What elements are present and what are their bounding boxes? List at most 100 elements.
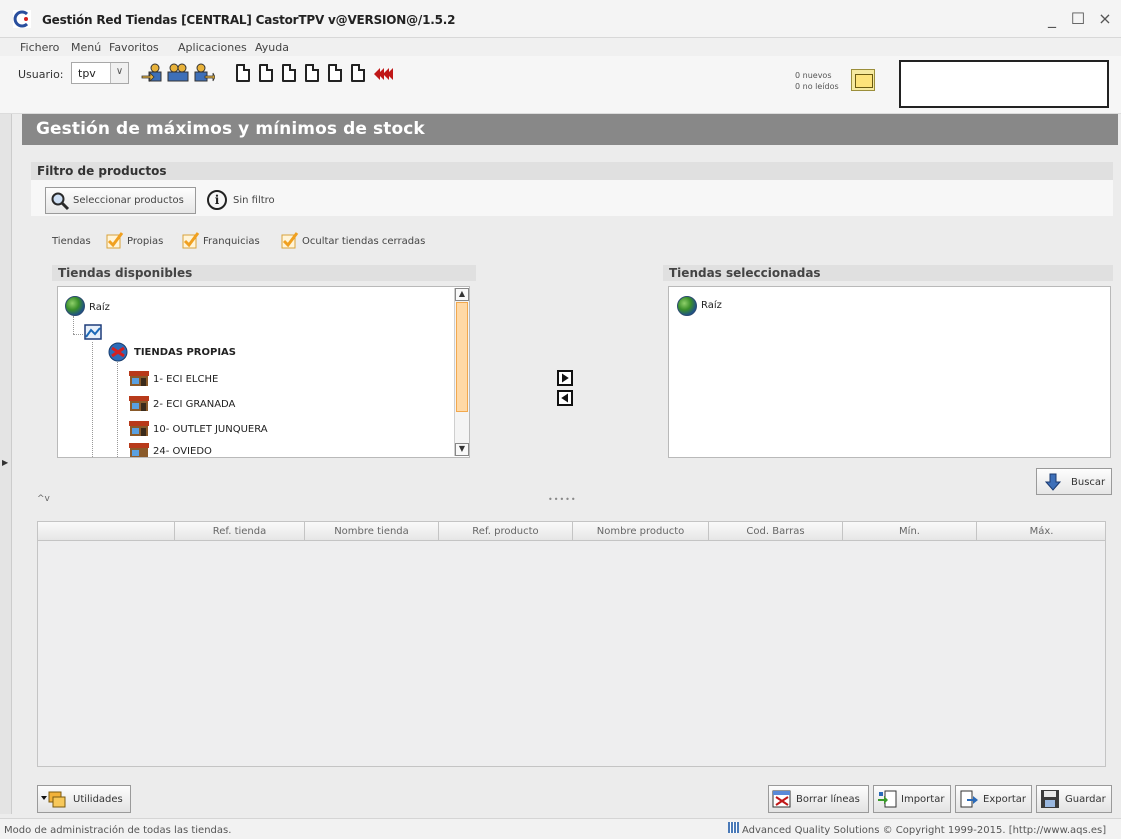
utilities-icon [41,791,66,808]
document-icon[interactable] [236,64,250,82]
column-header[interactable]: Cod. Barras [708,522,842,540]
menu-menu[interactable]: Menú [71,41,101,54]
stores-label: Tiendas [52,236,91,247]
window-title: Gestión Red Tiendas [CENTRAL] CastorTPV … [42,13,456,27]
column-header[interactable]: Ref. producto [438,522,572,540]
scroll-down-icon[interactable]: ▼ [455,443,469,456]
close-button[interactable]: × [1093,8,1117,30]
document-icon[interactable] [282,64,296,82]
tree-connector [92,342,93,457]
store-icon [129,421,149,436]
menu-ayuda[interactable]: Ayuda [255,41,289,54]
remove-store-arrow-icon[interactable] [557,390,573,406]
user-arrow-icon[interactable] [141,62,165,84]
menu-fichero[interactable]: Fichero [20,41,59,54]
maximize-button[interactable]: ☐ [1066,8,1090,30]
export-button[interactable]: Exportar [955,785,1032,813]
user-logout-icon[interactable] [191,62,215,84]
store-item-4[interactable]: 24- OVIEDO [153,446,212,457]
page-title: Gestión de máximos y mínimos de stock [22,114,1118,145]
column-header[interactable]: Máx. [976,522,1106,540]
results-table[interactable] [37,521,1106,767]
document-icon[interactable] [259,64,273,82]
column-header[interactable]: Mín. [842,522,976,540]
import-icon [878,790,897,808]
splitter-handle[interactable]: ••••• [548,495,577,504]
select-products-button[interactable]: Seleccionar productos [45,187,196,214]
tree-group-label[interactable]: TIENDAS PROPIAS [134,347,236,358]
messages-new: 0 nuevos [795,71,832,80]
network-icon[interactable] [84,324,102,340]
search-button[interactable]: Buscar [1036,468,1112,495]
menu-bar [0,38,1121,56]
scroll-thumb[interactable] [456,302,468,412]
clear-lines-icon [772,790,791,808]
minimize-button[interactable]: _ [1040,8,1064,30]
messages-unread: 0 no leídos [795,82,839,91]
checkbox-propias[interactable] [106,232,124,250]
search-button-label: Buscar [1071,477,1106,488]
clear-lines-button[interactable]: Borrar líneas [768,785,869,813]
user-select[interactable]: tpv ∨ [71,62,129,84]
tree-connector [73,334,83,335]
checkbox-hide-closed[interactable] [281,232,299,250]
message-panel [899,60,1109,108]
save-label: Guardar [1065,794,1106,805]
messages-status: 0 nuevos 0 no leídos [795,70,839,92]
store-group-icon [108,342,128,362]
menu-aplicaciones[interactable]: Aplicaciones [178,41,247,54]
expand-arrow-icon[interactable]: ▶ [2,458,8,467]
document-icon[interactable] [305,64,319,82]
column-header[interactable]: Nombre tienda [304,522,438,540]
collapse-toggle-icon[interactable]: ^v [37,494,50,504]
available-stores-title: Tiendas disponibles [52,265,476,281]
checkbox-franquicias-label[interactable]: Franquicias [203,236,260,247]
globe-icon [65,296,85,316]
column-header[interactable]: Ref. tienda [174,522,304,540]
down-arrow-icon [1045,473,1061,491]
document-icon[interactable] [351,64,365,82]
menu-favoritos[interactable]: Favoritos [109,41,159,54]
select-products-label: Seleccionar productos [73,195,184,206]
mail-icon[interactable] [851,69,875,91]
chevron-down-icon[interactable]: ∨ [110,63,128,83]
results-table-header: Ref. tienda Nombre tienda Ref. producto … [37,521,1106,541]
user-select-value: tpv [78,67,96,80]
save-button[interactable]: Guardar [1036,785,1112,813]
globe-icon [677,296,697,316]
clear-lines-label: Borrar líneas [796,794,860,805]
store-icon [129,371,149,386]
checkbox-franquicias[interactable] [182,232,200,250]
document-icon[interactable] [328,64,342,82]
no-filter-label: Sin filtro [233,195,275,206]
checkbox-hide-closed-label[interactable]: Ocultar tiendas cerradas [302,236,425,247]
filter-section-title: Filtro de productos [31,162,1113,180]
store-icon [129,396,149,411]
store-item-3[interactable]: 10- OUTLET JUNQUERA [153,424,268,435]
selected-stores-list[interactable] [668,286,1111,458]
import-button[interactable]: Importar [873,785,951,813]
save-icon [1041,790,1059,808]
back-arrows-icon[interactable] [372,63,396,85]
scroll-up-icon[interactable]: ▲ [455,288,469,301]
store-item-1[interactable]: 1- ECI ELCHE [153,374,218,385]
store-item-2[interactable]: 2- ECI GRANADA [153,399,235,410]
add-store-arrow-icon[interactable] [557,370,573,386]
import-label: Importar [901,794,945,805]
checkbox-propias-label[interactable]: Propias [127,236,163,247]
app-logo-icon [13,10,31,28]
status-message: Modo de administración de todas las tien… [4,825,232,836]
column-header[interactable]: Nombre producto [572,522,708,540]
store-icon [129,443,149,457]
info-icon: i [207,190,227,210]
users-group-icon[interactable] [166,62,190,84]
tree-root-label[interactable]: Raíz [89,302,110,313]
tree-connector [117,362,118,457]
magnifier-icon [51,192,70,211]
export-icon [960,790,978,808]
utilities-button[interactable]: Utilidades [37,785,131,813]
selected-root-label[interactable]: Raíz [701,300,722,311]
export-label: Exportar [983,794,1026,805]
tree-scrollbar[interactable]: ▲ ▼ [454,288,469,456]
tree-connector [73,316,74,334]
